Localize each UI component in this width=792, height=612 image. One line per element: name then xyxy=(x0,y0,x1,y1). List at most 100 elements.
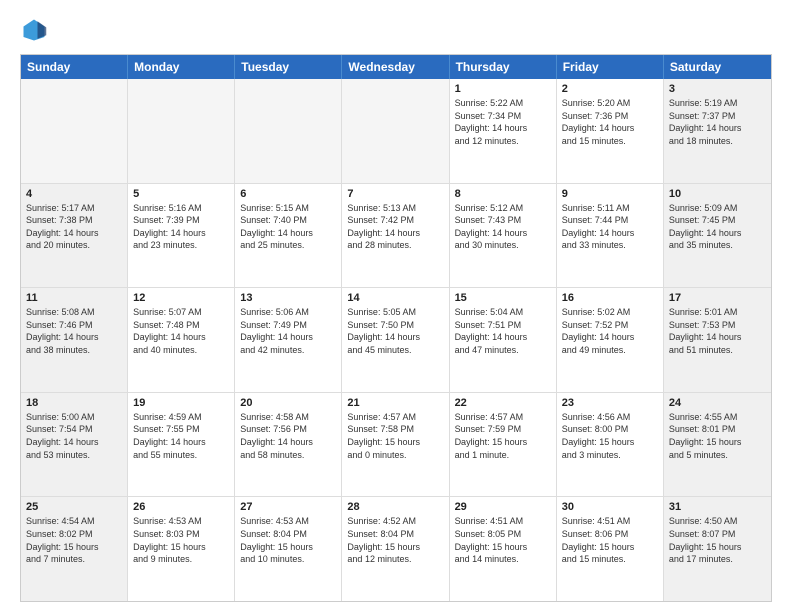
day-number: 16 xyxy=(562,292,658,304)
day-number: 23 xyxy=(562,397,658,409)
calendar-cell: 25 Sunrise: 4:54 AMSunset: 8:02 PMDayligh… xyxy=(21,497,128,601)
day-number: 29 xyxy=(455,501,551,513)
calendar-cell: 22 Sunrise: 4:57 AMSunset: 7:59 PMDayligh… xyxy=(450,393,557,497)
cell-info: Sunrise: 4:51 AMSunset: 8:05 PMDaylight:… xyxy=(455,515,551,565)
day-number: 31 xyxy=(669,501,766,513)
calendar-cell: 3Sunrise: 5:19 AMSunset: 7:37 PMDaylight… xyxy=(664,79,771,183)
calendar-header: SundayMondayTuesdayWednesdayThursdayFrid… xyxy=(21,55,771,79)
calendar-header-cell: Monday xyxy=(128,55,235,79)
cell-info: Sunrise: 5:01 AMSunset: 7:53 PMDaylight:… xyxy=(669,306,766,356)
day-number: 13 xyxy=(240,292,336,304)
calendar-cell: 23 Sunrise: 4:56 AMSunset: 8:00 PMDayligh… xyxy=(557,393,664,497)
day-number: 6 xyxy=(240,188,336,200)
day-number: 5 xyxy=(133,188,229,200)
cell-info: Sunrise: 5:05 AMSunset: 7:50 PMDaylight:… xyxy=(347,306,443,356)
calendar-cell: 5 Sunrise: 5:16 AMSunset: 7:39 PMDaylight… xyxy=(128,184,235,288)
day-number: 1 xyxy=(455,83,551,95)
calendar-cell xyxy=(342,79,449,183)
calendar-header-cell: Saturday xyxy=(664,55,771,79)
day-number: 12 xyxy=(133,292,229,304)
calendar-header-cell: Tuesday xyxy=(235,55,342,79)
cell-info: Sunrise: 4:58 AMSunset: 7:56 PMDaylight:… xyxy=(240,411,336,461)
page: SundayMondayTuesdayWednesdayThursdayFrid… xyxy=(0,0,792,612)
cell-info: Sunrise: 5:16 AMSunset: 7:39 PMDaylight:… xyxy=(133,202,229,252)
calendar-cell: 4 Sunrise: 5:17 AMSunset: 7:38 PMDaylight… xyxy=(21,184,128,288)
calendar-cell xyxy=(235,79,342,183)
calendar: SundayMondayTuesdayWednesdayThursdayFrid… xyxy=(20,54,772,602)
cell-info: Sunrise: 5:13 AMSunset: 7:42 PMDaylight:… xyxy=(347,202,443,252)
cell-info: Sunrise: 5:00 AMSunset: 7:54 PMDaylight:… xyxy=(26,411,122,461)
calendar-cell: 21 Sunrise: 4:57 AMSunset: 7:58 PMDayligh… xyxy=(342,393,449,497)
day-number: 19 xyxy=(133,397,229,409)
day-number: 11 xyxy=(26,292,122,304)
cell-info: Sunrise: 4:55 AMSunset: 8:01 PMDaylight:… xyxy=(669,411,766,461)
cell-info: Sunrise: 5:07 AMSunset: 7:48 PMDaylight:… xyxy=(133,306,229,356)
calendar-row: 1 Sunrise: 5:22 AMSunset: 7:34 PMDaylight… xyxy=(21,79,771,184)
day-number: 4 xyxy=(26,188,122,200)
calendar-cell: 1 Sunrise: 5:22 AMSunset: 7:34 PMDaylight… xyxy=(450,79,557,183)
day-number: 15 xyxy=(455,292,551,304)
calendar-cell: 10Sunrise: 5:09 AMSunset: 7:45 PMDayligh… xyxy=(664,184,771,288)
calendar-cell: 26 Sunrise: 4:53 AMSunset: 8:03 PMDayligh… xyxy=(128,497,235,601)
cell-info: Sunrise: 5:08 AMSunset: 7:46 PMDaylight:… xyxy=(26,306,122,356)
cell-info: Sunrise: 5:04 AMSunset: 7:51 PMDaylight:… xyxy=(455,306,551,356)
logo-icon xyxy=(20,16,48,44)
calendar-cell: 16Sunrise: 5:02 AMSunset: 7:52 PMDayligh… xyxy=(557,288,664,392)
calendar-cell: 9Sunrise: 5:11 AMSunset: 7:44 PMDaylight… xyxy=(557,184,664,288)
cell-info: Sunrise: 5:11 AMSunset: 7:44 PMDaylight:… xyxy=(562,202,658,252)
day-number: 18 xyxy=(26,397,122,409)
cell-info: Sunrise: 4:53 AMSunset: 8:04 PMDaylight:… xyxy=(240,515,336,565)
cell-info: Sunrise: 5:09 AMSunset: 7:45 PMDaylight:… xyxy=(669,202,766,252)
calendar-cell: 28 Sunrise: 4:52 AMSunset: 8:04 PMDayligh… xyxy=(342,497,449,601)
calendar-cell: 6Sunrise: 5:15 AMSunset: 7:40 PMDaylight… xyxy=(235,184,342,288)
cell-info: Sunrise: 4:54 AMSunset: 8:02 PMDaylight:… xyxy=(26,515,122,565)
day-number: 27 xyxy=(240,501,336,513)
calendar-row: 11 Sunrise: 5:08 AMSunset: 7:46 PMDayligh… xyxy=(21,288,771,393)
cell-info: Sunrise: 5:22 AMSunset: 7:34 PMDaylight:… xyxy=(455,97,551,147)
calendar-header-cell: Sunday xyxy=(21,55,128,79)
cell-info: Sunrise: 5:17 AMSunset: 7:38 PMDaylight:… xyxy=(26,202,122,252)
calendar-row: 4 Sunrise: 5:17 AMSunset: 7:38 PMDaylight… xyxy=(21,184,771,289)
cell-info: Sunrise: 4:50 AMSunset: 8:07 PMDaylight:… xyxy=(669,515,766,565)
calendar-cell: 8 Sunrise: 5:12 AMSunset: 7:43 PMDaylight… xyxy=(450,184,557,288)
calendar-cell: 15 Sunrise: 5:04 AMSunset: 7:51 PMDayligh… xyxy=(450,288,557,392)
calendar-cell xyxy=(21,79,128,183)
calendar-header-cell: Thursday xyxy=(450,55,557,79)
header xyxy=(20,16,772,44)
cell-info: Sunrise: 4:52 AMSunset: 8:04 PMDaylight:… xyxy=(347,515,443,565)
day-number: 25 xyxy=(26,501,122,513)
calendar-cell: 17 Sunrise: 5:01 AMSunset: 7:53 PMDayligh… xyxy=(664,288,771,392)
day-number: 22 xyxy=(455,397,551,409)
calendar-cell xyxy=(128,79,235,183)
cell-info: Sunrise: 4:59 AMSunset: 7:55 PMDaylight:… xyxy=(133,411,229,461)
day-number: 30 xyxy=(562,501,658,513)
calendar-body: 1 Sunrise: 5:22 AMSunset: 7:34 PMDaylight… xyxy=(21,79,771,601)
calendar-cell: 7Sunrise: 5:13 AMSunset: 7:42 PMDaylight… xyxy=(342,184,449,288)
cell-info: Sunrise: 4:53 AMSunset: 8:03 PMDaylight:… xyxy=(133,515,229,565)
day-number: 2 xyxy=(562,83,658,95)
calendar-cell: 29 Sunrise: 4:51 AMSunset: 8:05 PMDayligh… xyxy=(450,497,557,601)
logo xyxy=(20,16,52,44)
day-number: 21 xyxy=(347,397,443,409)
calendar-cell: 19 Sunrise: 4:59 AMSunset: 7:55 PMDayligh… xyxy=(128,393,235,497)
cell-info: Sunrise: 4:56 AMSunset: 8:00 PMDaylight:… xyxy=(562,411,658,461)
day-number: 17 xyxy=(669,292,766,304)
cell-info: Sunrise: 5:12 AMSunset: 7:43 PMDaylight:… xyxy=(455,202,551,252)
cell-info: Sunrise: 4:57 AMSunset: 7:58 PMDaylight:… xyxy=(347,411,443,461)
calendar-cell: 11 Sunrise: 5:08 AMSunset: 7:46 PMDayligh… xyxy=(21,288,128,392)
calendar-cell: 31 Sunrise: 4:50 AMSunset: 8:07 PMDayligh… xyxy=(664,497,771,601)
calendar-cell: 30Sunrise: 4:51 AMSunset: 8:06 PMDayligh… xyxy=(557,497,664,601)
day-number: 24 xyxy=(669,397,766,409)
calendar-cell: 18 Sunrise: 5:00 AMSunset: 7:54 PMDayligh… xyxy=(21,393,128,497)
calendar-header-cell: Wednesday xyxy=(342,55,449,79)
calendar-header-cell: Friday xyxy=(557,55,664,79)
calendar-cell: 12 Sunrise: 5:07 AMSunset: 7:48 PMDayligh… xyxy=(128,288,235,392)
day-number: 26 xyxy=(133,501,229,513)
day-number: 14 xyxy=(347,292,443,304)
cell-info: Sunrise: 4:57 AMSunset: 7:59 PMDaylight:… xyxy=(455,411,551,461)
day-number: 28 xyxy=(347,501,443,513)
day-number: 8 xyxy=(455,188,551,200)
cell-info: Sunrise: 5:19 AMSunset: 7:37 PMDaylight:… xyxy=(669,97,766,147)
calendar-cell: 24 Sunrise: 4:55 AMSunset: 8:01 PMDayligh… xyxy=(664,393,771,497)
cell-info: Sunrise: 5:20 AMSunset: 7:36 PMDaylight:… xyxy=(562,97,658,147)
